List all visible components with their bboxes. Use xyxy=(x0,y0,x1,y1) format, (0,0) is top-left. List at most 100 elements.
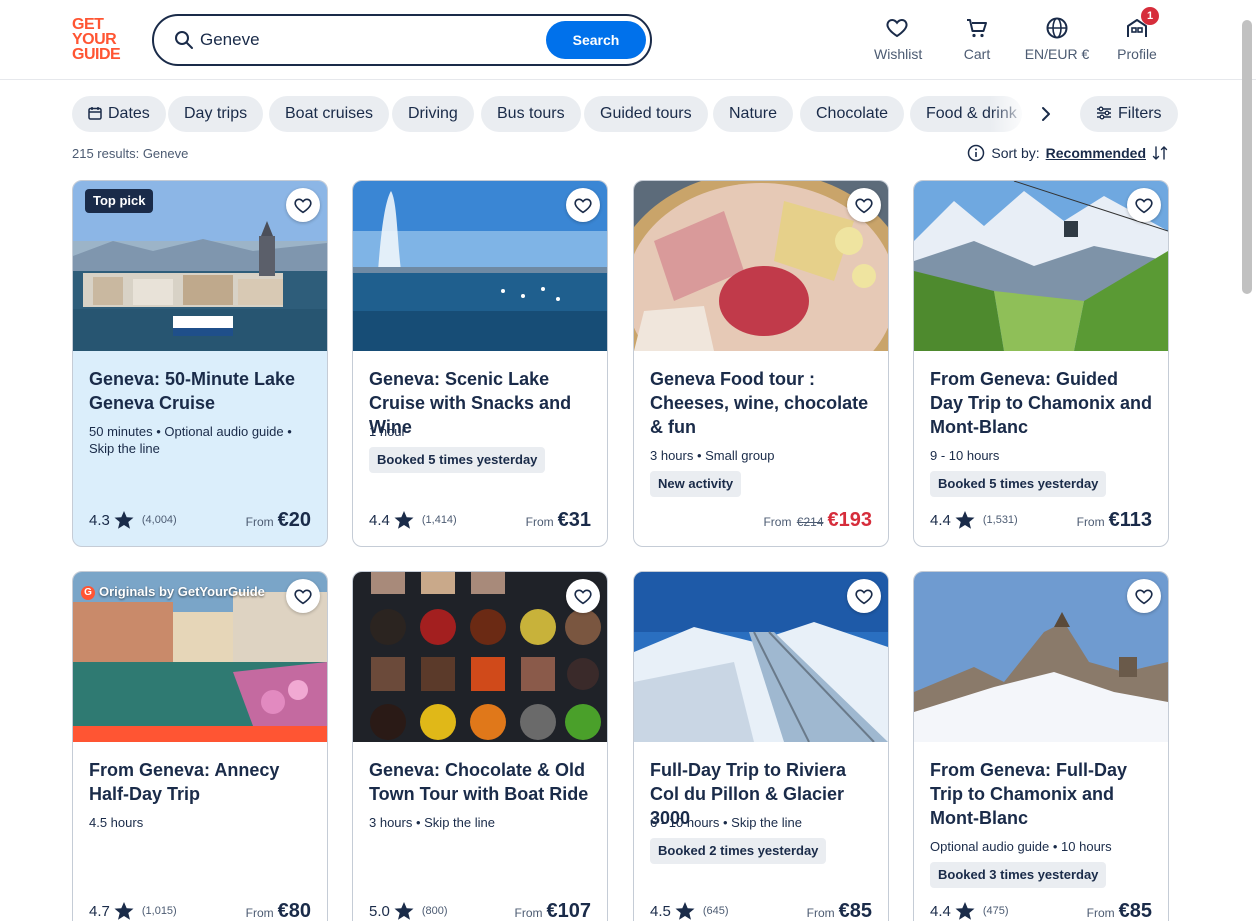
results-count: 215 results: Geneve xyxy=(72,146,189,161)
wishlist-button[interactable] xyxy=(847,579,881,613)
card-title[interactable]: From Geneva: Annecy Half-Day Trip xyxy=(89,758,315,806)
card-meta: 3 hours • Skip the line xyxy=(369,815,495,830)
activity-card[interactable]: Geneva: Scenic Lake Cruise with Snacks a… xyxy=(352,180,608,547)
review-count: (4,004) xyxy=(141,514,177,526)
info-icon[interactable] xyxy=(967,144,985,162)
review-count: (1,015) xyxy=(141,905,177,917)
booked-badge: Booked 5 times yesterday xyxy=(369,447,546,473)
price-from-label: From xyxy=(1076,515,1105,529)
sort-value[interactable]: Recommended xyxy=(1046,145,1146,161)
star-icon xyxy=(955,902,975,920)
star-icon xyxy=(955,511,975,529)
rating-value: 4.4 xyxy=(369,511,390,529)
chevron-right-icon[interactable] xyxy=(1036,104,1056,124)
star-icon xyxy=(394,511,414,529)
card-meta: 4.5 hours xyxy=(89,815,144,830)
wishlist-button[interactable] xyxy=(286,188,320,222)
chip-boat-cruises[interactable]: Boat cruises xyxy=(269,96,390,132)
sale-price: €193 xyxy=(827,509,873,531)
search-button[interactable]: Search xyxy=(546,21,646,59)
chip-nature[interactable]: Nature xyxy=(713,96,794,132)
rating-value: 4.4 xyxy=(930,902,951,920)
chip-chocolate[interactable]: Chocolate xyxy=(800,96,905,132)
filters-button[interactable]: Filters xyxy=(1080,96,1178,132)
search-input[interactable] xyxy=(200,26,530,54)
card-meta: 1 hour xyxy=(369,424,406,439)
rating-value: 4.3 xyxy=(89,511,110,529)
chip-guided-tours[interactable]: Guided tours xyxy=(584,96,708,132)
wishlist-button[interactable] xyxy=(847,188,881,222)
wishlist-button[interactable] xyxy=(1127,579,1161,613)
card-title[interactable]: Geneva: 50-Minute Lake Geneva Cruise xyxy=(89,367,315,415)
star-icon xyxy=(675,902,695,920)
originals-badge: G Originals by GetYourGuide xyxy=(81,582,265,602)
profile-link[interactable]: 1 Profile xyxy=(1116,7,1159,62)
price-from-label: From xyxy=(1086,906,1115,920)
star-icon xyxy=(114,511,134,529)
card-price: From €214 €193 xyxy=(763,509,872,532)
card-rating: 5.0 (800) xyxy=(369,901,448,921)
review-count: (800) xyxy=(421,905,448,917)
globe-icon xyxy=(1046,17,1068,39)
card-rating: 4.3 (4,004) xyxy=(89,510,177,530)
price-from-label: From xyxy=(514,906,543,920)
card-price: From €113 xyxy=(1077,509,1152,532)
card-rating: 4.4 (1,531) xyxy=(930,510,1018,530)
heart-icon xyxy=(294,198,312,214)
originals-accent-bar xyxy=(73,726,327,742)
heart-icon xyxy=(886,18,908,38)
activity-card[interactable]: Geneva: Chocolate & Old Town Tour with B… xyxy=(352,571,608,921)
activity-card[interactable]: G Originals by GetYourGuide From Geneva: … xyxy=(72,571,328,921)
card-title[interactable]: Geneva: Chocolate & Old Town Tour with B… xyxy=(369,758,595,806)
card-meta: Optional audio guide • 10 hours xyxy=(930,839,1112,854)
price-value: €85 xyxy=(1118,900,1152,921)
card-title[interactable]: From Geneva: Guided Day Trip to Chamonix… xyxy=(930,367,1156,439)
card-price: From €20 xyxy=(246,509,311,532)
logo-line-2: YOUR xyxy=(72,31,117,48)
sort-label: Sort by: xyxy=(991,145,1040,161)
wishlist-button[interactable] xyxy=(566,188,600,222)
activity-card[interactable]: From Geneva: Guided Day Trip to Chamonix… xyxy=(913,180,1169,547)
activity-card[interactable]: From Geneva: Full-Day Trip to Chamonix a… xyxy=(913,571,1169,921)
star-icon xyxy=(114,902,134,920)
card-title[interactable]: From Geneva: Full-Day Trip to Chamonix a… xyxy=(930,758,1156,830)
chip-driving[interactable]: Driving xyxy=(392,96,474,132)
language-currency-selector[interactable]: EN/EUR € xyxy=(1024,16,1090,62)
search-icon xyxy=(175,31,193,49)
wishlist-label: Wishlist xyxy=(874,46,923,62)
page-scrollbar[interactable] xyxy=(1242,20,1252,294)
site-header: GET YOUR GUIDE Search Wishlist Cart EN/E… xyxy=(0,0,1256,80)
card-rating: 4.5 (645) xyxy=(650,901,729,921)
original-price: €214 xyxy=(796,515,824,529)
chip-bus-tours[interactable]: Bus tours xyxy=(481,96,581,132)
cart-icon xyxy=(967,19,987,38)
card-meta: 3 hours • Small group xyxy=(650,448,775,463)
rating-value: 5.0 xyxy=(369,902,390,920)
card-title[interactable]: Geneva Food tour : Cheeses, wine, chocol… xyxy=(650,367,876,439)
wishlist-button[interactable] xyxy=(286,579,320,613)
chip-dates[interactable]: Dates xyxy=(72,96,166,132)
heart-icon xyxy=(855,589,873,605)
getyourguide-logo[interactable]: GET YOUR GUIDE xyxy=(72,17,130,63)
heart-icon xyxy=(294,589,312,605)
rating-value: 4.7 xyxy=(89,902,110,920)
gyg-logo-icon: G xyxy=(81,586,95,600)
filters-label: Filters xyxy=(1118,105,1162,122)
sort-arrows-icon[interactable] xyxy=(1152,145,1168,161)
card-price: From €80 xyxy=(246,900,311,921)
star-icon xyxy=(394,902,414,920)
wishlist-button[interactable] xyxy=(566,579,600,613)
booked-badge: Booked 2 times yesterday xyxy=(650,838,827,864)
activity-card[interactable]: Top pick Geneva: 50-Minute Lake Geneva C… xyxy=(72,180,328,547)
chip-day-trips[interactable]: Day trips xyxy=(168,96,264,132)
rating-value: 4.5 xyxy=(650,902,671,920)
price-value: €31 xyxy=(557,509,591,531)
wishlist-button[interactable] xyxy=(1127,188,1161,222)
heart-icon xyxy=(1135,198,1153,214)
cart-link[interactable]: Cart xyxy=(962,16,992,62)
activity-card[interactable]: Geneva Food tour : Cheeses, wine, chocol… xyxy=(633,180,889,547)
activity-card[interactable]: Full-Day Trip to Riviera Col du Pillon &… xyxy=(633,571,889,921)
chips-fade-overlay xyxy=(990,96,1030,132)
wishlist-link[interactable]: Wishlist xyxy=(874,16,923,62)
sort-control[interactable]: Sort by: Recommended xyxy=(967,144,1168,162)
